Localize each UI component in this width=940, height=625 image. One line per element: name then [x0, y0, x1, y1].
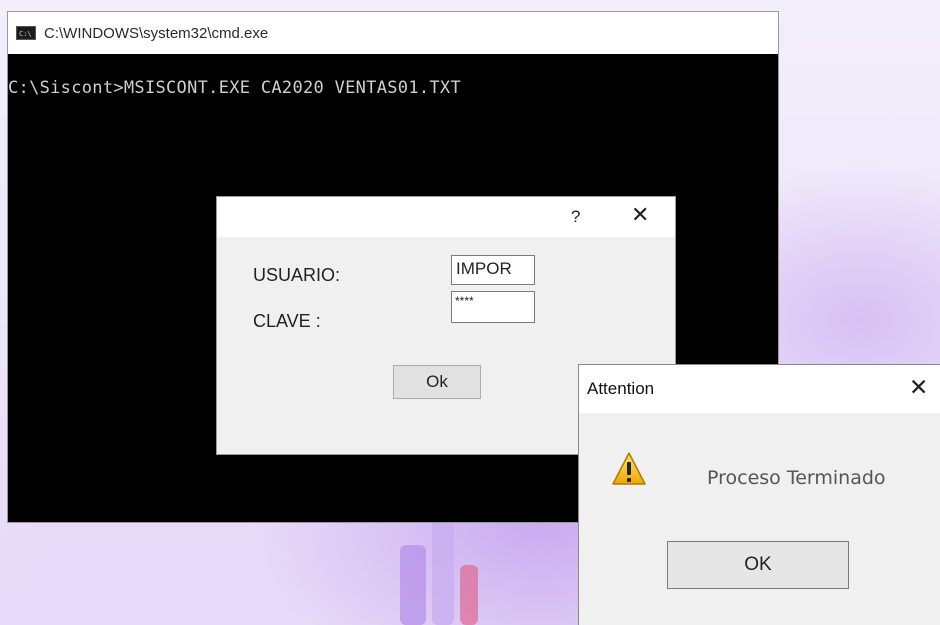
close-icon[interactable]: ✕ [631, 203, 649, 228]
attention-message: Proceso Terminado [707, 467, 886, 489]
login-ok-button[interactable]: Ok [393, 365, 481, 399]
warning-icon [612, 452, 646, 485]
console-command-line: C:\Siscont>MSISCONT.EXE CA2020 VENTAS01.… [8, 78, 461, 98]
login-dialog-titlebar[interactable]: ? ✕ [217, 197, 675, 237]
usuario-label: USUARIO: [253, 265, 341, 285]
close-icon[interactable]: ✕ [909, 375, 928, 401]
clave-password-input[interactable]: **** [451, 291, 535, 323]
cmd-app-icon: C:\ [16, 26, 36, 40]
attention-ok-button[interactable]: OK [667, 541, 849, 589]
clave-label: CLAVE : [253, 311, 321, 331]
attention-dialog-titlebar[interactable]: Attention ✕ [579, 365, 940, 413]
cmd-titlebar[interactable]: C:\ C:\WINDOWS\system32\cmd.exe [8, 12, 778, 54]
cmd-window-title: C:\WINDOWS\system32\cmd.exe [44, 24, 269, 42]
help-button[interactable]: ? [571, 207, 580, 227]
wallpaper-graphic [380, 520, 580, 625]
attention-dialog: Attention ✕ Proceso Terminado OK [578, 364, 940, 625]
usuario-input[interactable]: IMPOR [451, 255, 535, 285]
attention-dialog-title: Attention [587, 379, 655, 398]
